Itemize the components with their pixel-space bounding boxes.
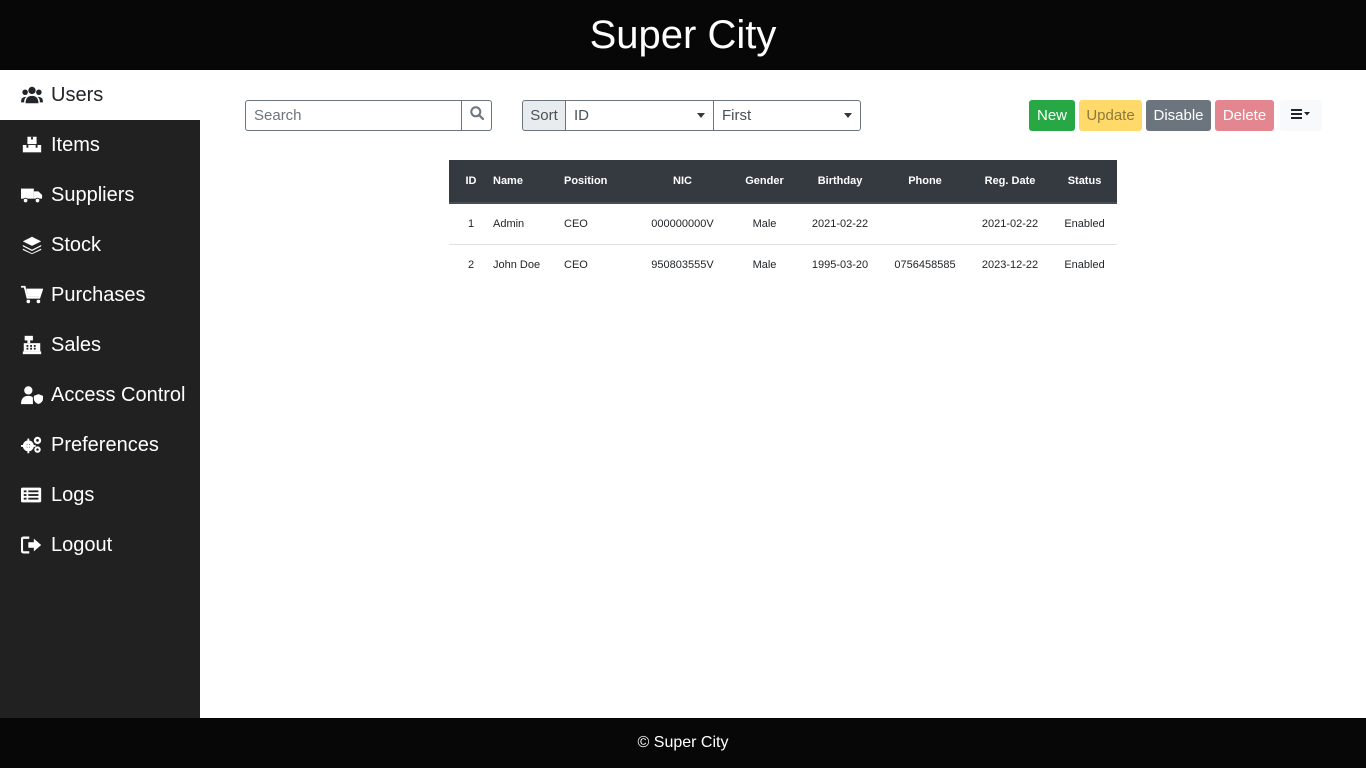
cash-register-icon xyxy=(20,335,44,355)
sidebar-item-label: Preferences xyxy=(51,433,159,456)
sidebar-item-label: Logs xyxy=(51,483,95,506)
truck-icon xyxy=(20,185,44,205)
sidebar-item-label: Users xyxy=(51,83,104,106)
action-buttons: New Update Disable Delete xyxy=(1029,100,1322,131)
table-row[interactable]: 1 Admin CEO 000000000V Male 2021-02-22 2… xyxy=(449,203,1117,245)
cell-status: Enabled xyxy=(1064,258,1105,271)
column-header[interactable]: Phone xyxy=(882,160,968,204)
sidebar-item-label: Stock xyxy=(51,233,102,256)
sort-order-select[interactable]: First xyxy=(713,100,861,131)
sidebar-item-logs[interactable]: Logs xyxy=(0,470,200,520)
sign-out-icon xyxy=(20,535,44,555)
app-title: Super City xyxy=(589,13,777,57)
sort-group: Sort ID First xyxy=(522,100,861,131)
cell-name: Admin xyxy=(493,203,564,245)
chevron-down-icon xyxy=(697,113,705,118)
sidebar-item-label: Access Control xyxy=(51,383,186,406)
list-icon xyxy=(20,485,44,505)
sidebar-item-access-control[interactable]: Access Control xyxy=(0,370,200,420)
sidebar-item-suppliers[interactable]: Suppliers xyxy=(0,170,200,220)
cell-birthday: 2021-02-22 xyxy=(798,203,882,245)
sidebar-item-label: Sales xyxy=(51,333,102,356)
user-shield-icon xyxy=(20,385,44,405)
cell-nic: 950803555V xyxy=(651,258,714,271)
cogs-icon xyxy=(20,435,44,455)
sort-field-value: ID xyxy=(574,107,589,124)
cell-phone xyxy=(882,203,968,245)
new-button[interactable]: New xyxy=(1029,100,1075,131)
sidebar: Users Items Suppliers Stock Purchases Sa… xyxy=(0,70,200,718)
sort-order-value: First xyxy=(722,107,752,124)
app-header: Super City xyxy=(0,0,1366,70)
sidebar-item-sales[interactable]: Sales xyxy=(0,320,200,370)
sidebar-item-label: Items xyxy=(51,133,100,156)
menu-dropdown-button[interactable] xyxy=(1280,100,1322,131)
cell-reg-date: 2021-02-22 xyxy=(968,203,1052,245)
cell-position: CEO xyxy=(564,203,634,245)
cell-gender: Male xyxy=(752,258,777,271)
cell-birthday: 1995-03-20 xyxy=(811,258,869,271)
sidebar-item-items[interactable]: Items xyxy=(0,120,200,170)
cart-icon xyxy=(20,285,44,305)
users-table: ID Name Position NIC Gender Birthday Pho… xyxy=(449,160,1117,285)
users-table-container: ID Name Position NIC Gender Birthday Pho… xyxy=(449,160,1117,285)
cell-name: John Doe xyxy=(493,258,541,271)
column-header[interactable]: NIC xyxy=(634,160,731,204)
sidebar-item-purchases[interactable]: Purchases xyxy=(0,270,200,320)
disable-button[interactable]: Disable xyxy=(1146,100,1211,131)
hamburger-icon xyxy=(1291,107,1311,124)
column-header[interactable]: Reg. Date xyxy=(968,160,1052,204)
sidebar-item-stock[interactable]: Stock xyxy=(0,220,200,270)
sidebar-item-users[interactable]: Users xyxy=(0,70,200,120)
sidebar-item-label: Suppliers xyxy=(51,183,135,206)
search-group xyxy=(245,100,492,131)
delete-button[interactable]: Delete xyxy=(1215,100,1274,131)
search-icon xyxy=(469,106,484,125)
cell-reg-date: 2023-12-22 xyxy=(981,258,1039,271)
cell-id: 2 xyxy=(467,258,475,271)
update-button[interactable]: Update xyxy=(1079,100,1142,131)
sort-field-select[interactable]: ID xyxy=(565,100,713,131)
sidebar-item-logout[interactable]: Logout xyxy=(0,520,200,570)
search-button[interactable] xyxy=(461,100,492,131)
cell-gender: Male xyxy=(731,203,798,245)
app-footer: © Super City xyxy=(0,718,1366,768)
sidebar-item-preferences[interactable]: Preferences xyxy=(0,420,200,470)
column-header[interactable]: Birthday xyxy=(798,160,882,204)
column-header[interactable]: Name xyxy=(493,160,564,204)
cell-phone: 0756458585 xyxy=(894,258,956,271)
sidebar-item-label: Purchases xyxy=(51,283,146,306)
sidebar-item-label: Logout xyxy=(51,533,113,556)
column-header[interactable]: Status xyxy=(1052,160,1117,204)
cell-nic: 000000000V xyxy=(634,203,731,245)
footer-copyright: © Super City xyxy=(637,734,729,751)
cell-status: Enabled xyxy=(1052,203,1117,245)
cell-position: CEO xyxy=(564,258,588,271)
main-content: Sort ID First New Update Disable Delete … xyxy=(200,70,1366,718)
sort-label: Sort xyxy=(522,100,565,131)
column-header[interactable]: Position xyxy=(564,160,634,204)
layers-icon xyxy=(20,235,44,255)
column-header[interactable]: Gender xyxy=(731,160,798,204)
table-header-row: ID Name Position NIC Gender Birthday Pho… xyxy=(449,160,1117,204)
chevron-down-icon xyxy=(844,113,852,118)
column-header[interactable]: ID xyxy=(449,160,493,204)
boxes-icon xyxy=(20,135,44,155)
users-icon xyxy=(20,85,44,105)
cell-id: 1 xyxy=(449,203,493,245)
search-input[interactable] xyxy=(245,100,461,131)
table-row[interactable]: 2 John Doe CEO 950803555V Male 1995-03-2… xyxy=(449,244,1117,285)
